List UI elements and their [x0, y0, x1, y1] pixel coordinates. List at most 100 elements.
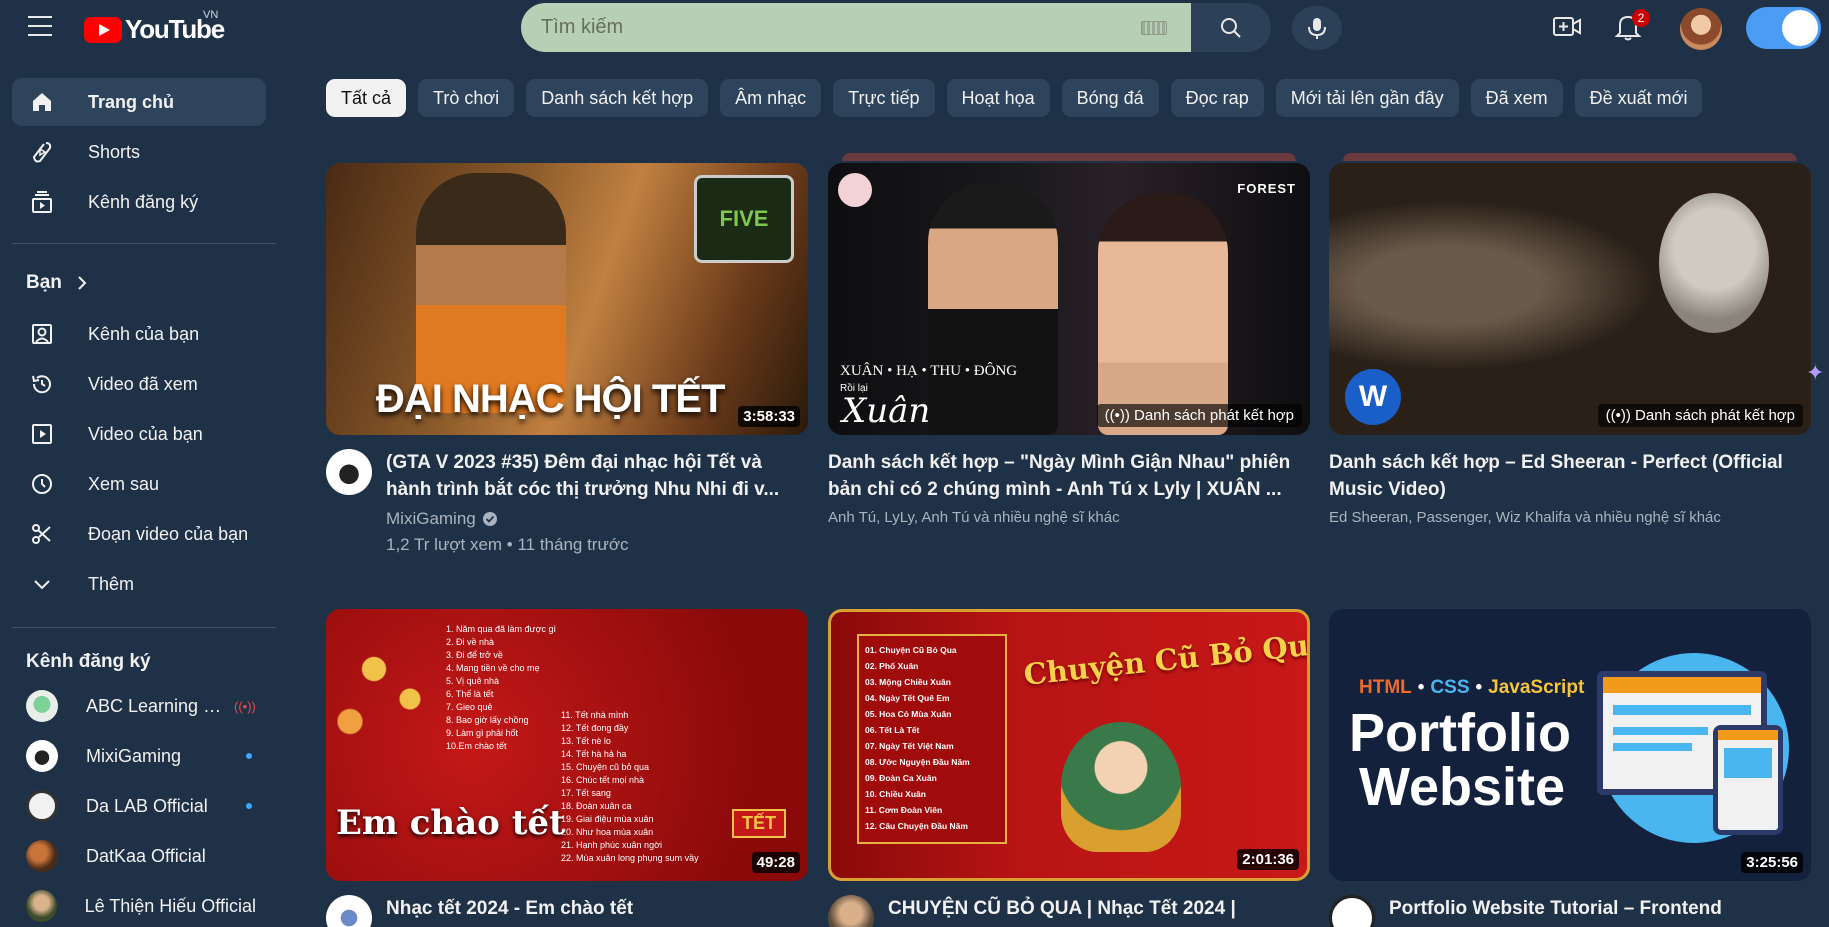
- mix-icon: ((•)): [1104, 407, 1135, 424]
- playlist-badge: ((•)) Danh sách phát kết hợp: [1096, 404, 1302, 427]
- sidebar-item-watch-later[interactable]: Xem sau: [12, 460, 266, 508]
- video-title[interactable]: Danh sách kết hợp – Ed Sheeran - Perfect…: [1329, 449, 1811, 503]
- search-input[interactable]: [541, 16, 1141, 39]
- clips-icon: [32, 524, 51, 544]
- sidebar-item-label: Thêm: [88, 573, 135, 594]
- video-duration: 49:28: [751, 852, 800, 873]
- sidebar-item-more[interactable]: Thêm: [12, 560, 266, 608]
- video-card[interactable]: FOREST XUÂN • HẠ • THU • ĐÔNG Rồi lại Xu…: [828, 153, 1310, 526]
- sidebar-section-subscriptions: Kênh đăng ký: [26, 651, 151, 673]
- thumbnail-cat: [1659, 193, 1769, 333]
- chip-watched[interactable]: Đã xem: [1470, 79, 1563, 117]
- sidebar-item-clips[interactable]: Đoạn video của bạn: [12, 510, 266, 558]
- subscription-item[interactable]: DatKaa Official: [12, 832, 266, 880]
- video-thumbnail[interactable]: W ((•)) Danh sách phát kết hợp: [1329, 163, 1811, 435]
- thumbnail-signature: Xuân: [842, 391, 931, 431]
- video-title[interactable]: Portfolio Website Tutorial – Frontend: [1389, 895, 1722, 922]
- sidebar-item-label: Video đã xem: [88, 373, 198, 394]
- chip-live[interactable]: Trực tiếp: [833, 79, 935, 117]
- channel-watermark: [838, 173, 872, 207]
- phone-illustration: [1713, 725, 1783, 835]
- video-thumbnail[interactable]: FOREST XUÂN • HẠ • THU • ĐÔNG Rồi lại Xu…: [828, 163, 1310, 435]
- thumbnail-character: [1061, 722, 1181, 852]
- subscription-item[interactable]: MixiGaming: [12, 732, 266, 780]
- thumbnail-tag: TẾT: [732, 809, 786, 838]
- video-card[interactable]: W ((•)) Danh sách phát kết hợp Danh sách…: [1329, 153, 1811, 526]
- chip-mixes[interactable]: Danh sách kết hợp: [526, 79, 709, 117]
- account-avatar[interactable]: [1680, 8, 1722, 50]
- channel-icon: [32, 324, 52, 344]
- video-thumbnail[interactable]: FIVE ĐẠI NHẠC HỘI TẾT 3:58:33: [326, 163, 808, 435]
- subscription-name: DatKaa Official: [86, 845, 206, 866]
- microphone-icon: [1308, 18, 1326, 39]
- subscription-name: MixiGaming: [86, 745, 182, 766]
- video-title[interactable]: Danh sách kết hợp – "Ngày Mình Giận Nhau…: [828, 449, 1310, 503]
- subscription-item[interactable]: ABC Learning En... ((•)): [12, 682, 266, 730]
- video-card[interactable]: 01. Chuyện Cũ Bỏ Qua 02. Phố Xuân 03. Mộng…: [828, 609, 1310, 927]
- chip-recently-uploaded[interactable]: Mới tải lên gần đây: [1275, 79, 1459, 117]
- chip-animation[interactable]: Hoạt họa: [946, 79, 1050, 117]
- video-card[interactable]: 1. Năm qua đã làm được gì 2. Đi về nhà 3. …: [326, 609, 808, 927]
- sidebar-item-history[interactable]: Video đã xem: [12, 360, 266, 408]
- chip-rap[interactable]: Đọc rap: [1170, 79, 1264, 117]
- sidebar-item-label: Kênh của bạn: [88, 323, 200, 344]
- channel-avatar[interactable]: [1329, 895, 1375, 927]
- sidebar-section-you[interactable]: Bạn: [26, 272, 92, 294]
- mix-icon: ((•)): [1605, 407, 1636, 424]
- playlist-stack: [1343, 153, 1797, 161]
- sidebar-divider: [12, 243, 276, 244]
- sidebar-item-subscriptions[interactable]: Kênh đăng ký: [12, 178, 266, 226]
- create-video-icon[interactable]: [1552, 14, 1582, 40]
- region-code: VN: [203, 9, 219, 21]
- playlist-badge: ((•)) Danh sách phát kết hợp: [1597, 404, 1803, 427]
- channel-avatar: [26, 790, 58, 822]
- sidebar-item-your-channel[interactable]: Kênh của bạn: [12, 310, 266, 358]
- chip-football[interactable]: Bóng đá: [1061, 79, 1159, 117]
- sidebar-item-label: Trang chủ: [88, 91, 175, 112]
- subscription-item[interactable]: Lê Thiện Hiếu Official: [12, 882, 266, 927]
- theme-toggle[interactable]: [1746, 7, 1821, 49]
- chip-games[interactable]: Trò chơi: [418, 79, 515, 117]
- keyboard-icon[interactable]: [1141, 20, 1167, 35]
- video-card[interactable]: FIVE ĐẠI NHẠC HỘI TẾT 3:58:33 (GTA V 202…: [326, 163, 808, 555]
- video-duration: 2:01:36: [1237, 849, 1299, 870]
- video-thumbnail[interactable]: 1. Năm qua đã làm được gì 2. Đi về nhà 3. …: [326, 609, 808, 881]
- chip-all[interactable]: Tất cả: [326, 79, 407, 117]
- voice-search-button[interactable]: [1292, 6, 1342, 50]
- thumbnail-title: Chuyện Cũ Bỏ Qua: [1022, 626, 1310, 692]
- live-icon: ((•)): [234, 698, 256, 714]
- channel-avatar[interactable]: [828, 895, 874, 927]
- video-title[interactable]: CHUYỆN CŨ BỎ QUA | Nhạc Tết 2024 |: [888, 895, 1236, 922]
- video-title[interactable]: (GTA V 2023 #35) Đêm đại nhạc hội Tết và…: [386, 449, 808, 503]
- gta-five-logo: FIVE: [694, 175, 794, 263]
- video-thumbnail[interactable]: 01. Chuyện Cũ Bỏ Qua 02. Phố Xuân 03. Mộng…: [828, 609, 1310, 881]
- video-title[interactable]: Nhạc tết 2024 - Em chào tết: [386, 895, 633, 922]
- video-card[interactable]: HTML • CSS • JavaScript Portfolio Website …: [1329, 609, 1811, 927]
- video-stats: 1,2 Tr lượt xem • 11 tháng trước: [386, 535, 629, 554]
- thumbnail-caption: XUÂN • HẠ • THU • ĐÔNG: [840, 363, 1018, 379]
- sidebar-item-home[interactable]: Trang chủ: [12, 78, 266, 126]
- video-duration: 3:25:56: [1741, 852, 1803, 873]
- subscription-name: ABC Learning En...: [86, 695, 228, 716]
- section-title: Kênh đăng ký: [26, 651, 151, 672]
- channel-avatar[interactable]: [326, 449, 372, 495]
- subscription-item[interactable]: Da LAB Official: [12, 782, 266, 830]
- sidebar-item-shorts[interactable]: Shorts: [12, 128, 266, 176]
- channel-avatar[interactable]: [326, 895, 372, 927]
- channel-avatar: [26, 890, 57, 922]
- channel-name[interactable]: MixiGaming: [386, 509, 476, 529]
- thumbnail-title-line2: Website: [1359, 757, 1566, 817]
- search-button[interactable]: [1191, 3, 1271, 52]
- sparkle-icon[interactable]: ✦: [1806, 360, 1824, 386]
- playlist-stack: [842, 153, 1296, 161]
- sidebar-item-label: Kênh đăng ký: [88, 191, 199, 212]
- video-thumbnail[interactable]: HTML • CSS • JavaScript Portfolio Website …: [1329, 609, 1811, 881]
- video-duration: 3:58:33: [738, 406, 800, 427]
- sidebar-item-your-videos[interactable]: Video của bạn: [12, 410, 266, 458]
- tracklist-b: 11. Tết nhà mình 12. Tết đong đầy 13. Tết …: [561, 710, 699, 863]
- chip-music[interactable]: Âm nhạc: [720, 79, 822, 117]
- channel-avatar: [26, 840, 58, 872]
- menu-icon[interactable]: [28, 16, 52, 36]
- search-field[interactable]: [521, 3, 1191, 52]
- chip-new-to-you[interactable]: Đề xuất mới: [1574, 79, 1703, 117]
